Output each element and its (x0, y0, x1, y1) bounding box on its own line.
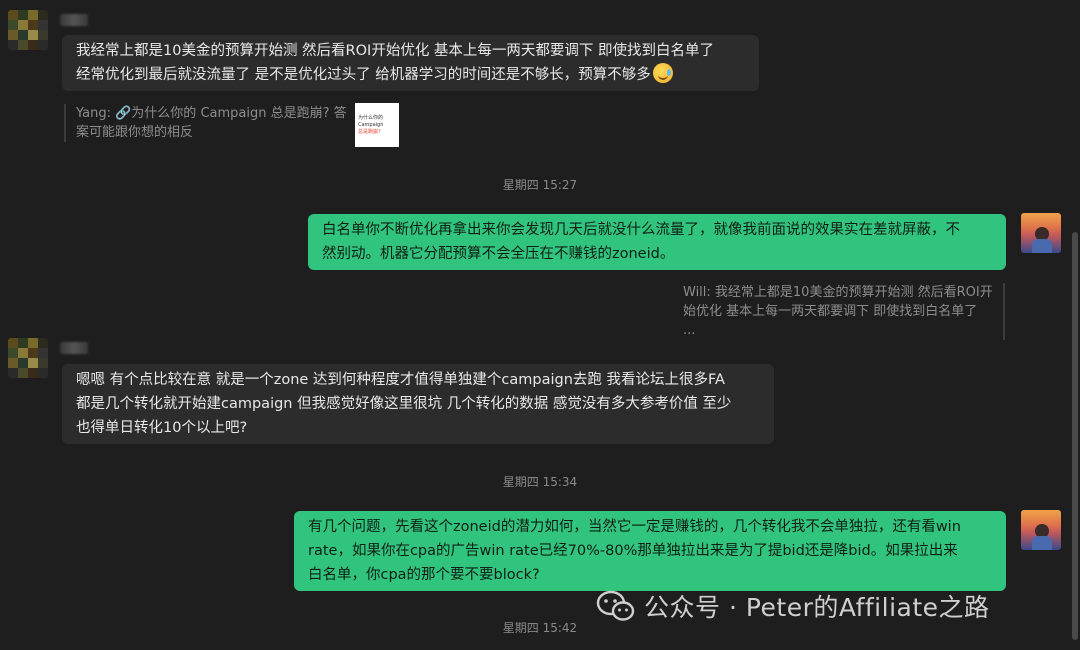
message-text-line: 都是几个转化就开始建campaign 但我感觉好像这里很坑 几个转化的数据 感觉… (76, 396, 732, 412)
message-bubble-1[interactable]: 我经常上都是10美金的预算开始测 然后看ROI开始优化 基本上每一两天都要调下 … (62, 35, 759, 91)
contact-avatar[interactable] (8, 338, 48, 378)
message-text-line: 白名单你不断优化再拿出来你会发现几天后就没什么流量了，就像我前面说的效果实在差就… (322, 222, 960, 238)
watermark-text: 公众号 · Peter的Affiliate之路 (644, 593, 990, 622)
message-text-line: 我经常上都是10美金的预算开始测 然后看ROI开始优化 基本上每一两天都要调下 … (76, 43, 715, 59)
message-bubble-2[interactable]: 白名单你不断优化再拿出来你会发现几天后就没什么流量了，就像我前面说的效果实在差就… (308, 214, 1006, 270)
watermark: 公众号 · Peter的Affiliate之路 (596, 588, 990, 624)
timestamp: 星期四 15:27 (502, 178, 578, 192)
message-text-line: 白名单，你cpa的那个要不要block? (308, 567, 540, 583)
message-bubble-4[interactable]: 有几个问题，先看这个zoneid的潜力如何，当然它一定是赚钱的，几个转化我不会单… (294, 511, 1006, 591)
wechat-icon (596, 590, 635, 621)
quoted-message[interactable]: Will: 我经常上都是10美金的预算开始测 然后看ROI开 始优化 基本上每一… (683, 283, 1005, 340)
thumbnail-text: 为什么你的 Campaign (358, 114, 384, 128)
quote-text-line: 始优化 基本上每一两天都要调下 即使找到白名单了 ... (683, 304, 978, 338)
scrollbar[interactable] (1072, 232, 1078, 640)
quote-text-line: 案可能跟你想的相反 (76, 125, 194, 140)
contact-name-blurred (60, 342, 88, 354)
self-avatar[interactable] (1021, 510, 1061, 550)
article-thumbnail[interactable]: 为什么你的 Campaign 总是跑崩? (355, 103, 399, 147)
quoted-message[interactable]: Yang: 🔗为什么你的 Campaign 总是跑崩? 答 案可能跟你想的相反 (64, 104, 356, 142)
contact-name-blurred (60, 14, 88, 26)
timestamp: 星期四 15:34 (502, 475, 578, 489)
message-text-line: rate，如果你在cpa的广告win rate已经70%-80%那单独拉出来是为… (308, 543, 958, 559)
message-text-line: 有几个问题，先看这个zoneid的潜力如何，当然它一定是赚钱的，几个转化我不会单… (308, 519, 961, 535)
message-text-line: 嗯嗯 有个点比较在意 就是一个zone 达到何种程度才值得单独建个campaig… (76, 372, 725, 388)
thumbnail-text: 总是跑崩? (358, 128, 381, 135)
message-text-line: 经常优化到最后就没流量了 是不是优化过头了 给机器学习的时间还是不够长，预算不够… (76, 63, 745, 87)
contact-avatar[interactable] (8, 10, 48, 50)
self-avatar[interactable] (1021, 213, 1061, 253)
message-text-line: 然别动。机器它分配预算不会全压在不赚钱的zoneid。 (322, 246, 675, 262)
quote-text-line: Yang: 🔗为什么你的 Campaign 总是跑崩? 答 (76, 106, 347, 121)
quote-text-line: Will: 我经常上都是10美金的预算开始测 然后看ROI开 (683, 285, 993, 300)
message-text-line: 也得单日转化10个以上吧? (76, 420, 248, 436)
crying-laughing-emoji-icon (652, 63, 673, 83)
message-bubble-3[interactable]: 嗯嗯 有个点比较在意 就是一个zone 达到何种程度才值得单独建个campaig… (62, 364, 774, 444)
